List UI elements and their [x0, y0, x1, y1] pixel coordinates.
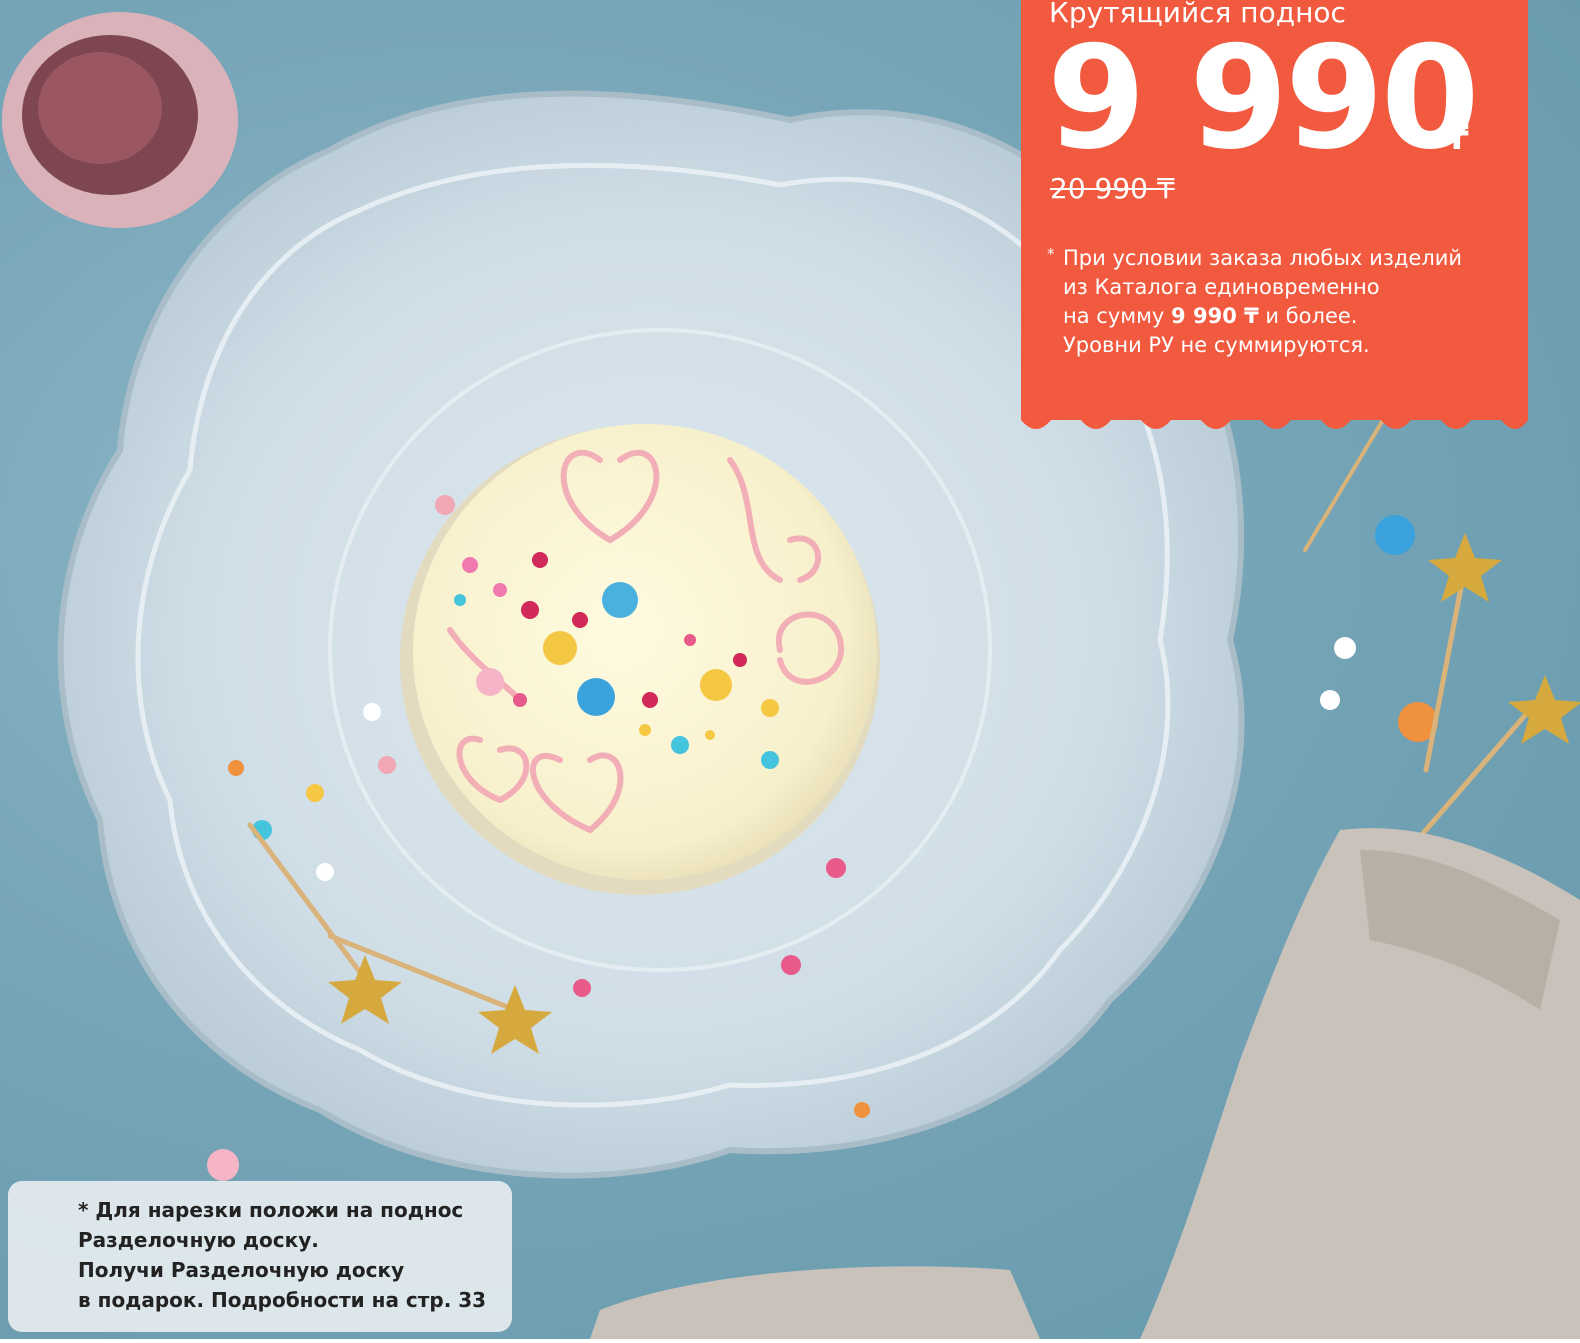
condition-line-3-prefix: на сумму	[1063, 304, 1172, 328]
condition-amount: 9 990 ₸	[1171, 304, 1259, 328]
gift-note-text: * Для нарезки положи на поднос Разделочн…	[78, 1195, 508, 1315]
sale-price: 9 990	[1047, 16, 1480, 181]
condition-line-2: из Каталога единовременно	[1063, 275, 1380, 299]
condition-line-3-suffix: и более.	[1258, 304, 1358, 328]
cake	[400, 424, 880, 895]
note-line-1: * Для нарезки положи на поднос	[78, 1198, 464, 1222]
condition-line-3: на сумму 9 990 ₸ и более.	[1063, 302, 1517, 331]
old-price: 20 990 ₸	[1050, 172, 1175, 205]
condition-line-4: Уровни РУ не суммируются.	[1063, 333, 1370, 357]
note-line-4: в подарок. Подробности на стр. 33	[78, 1288, 487, 1312]
price-card: Крутящийся поднос 9 990 ₸ 20 990 ₸ * При…	[1021, 0, 1528, 429]
card-wave-edge	[1021, 406, 1528, 429]
offer-condition: * При условии заказа любых изделий из Ка…	[1047, 244, 1517, 360]
gift-note: * Для нарезки положи на поднос Разделочн…	[8, 1181, 512, 1332]
currency-sign: ₸	[1445, 118, 1469, 158]
note-line-2: Разделочную доску.	[78, 1228, 319, 1252]
pink-cup	[2, 12, 238, 228]
note-line-3: Получи Разделочную доску	[78, 1258, 405, 1282]
condition-asterisk: *	[1047, 245, 1055, 263]
condition-line-1: При условии заказа любых изделий	[1063, 246, 1463, 270]
